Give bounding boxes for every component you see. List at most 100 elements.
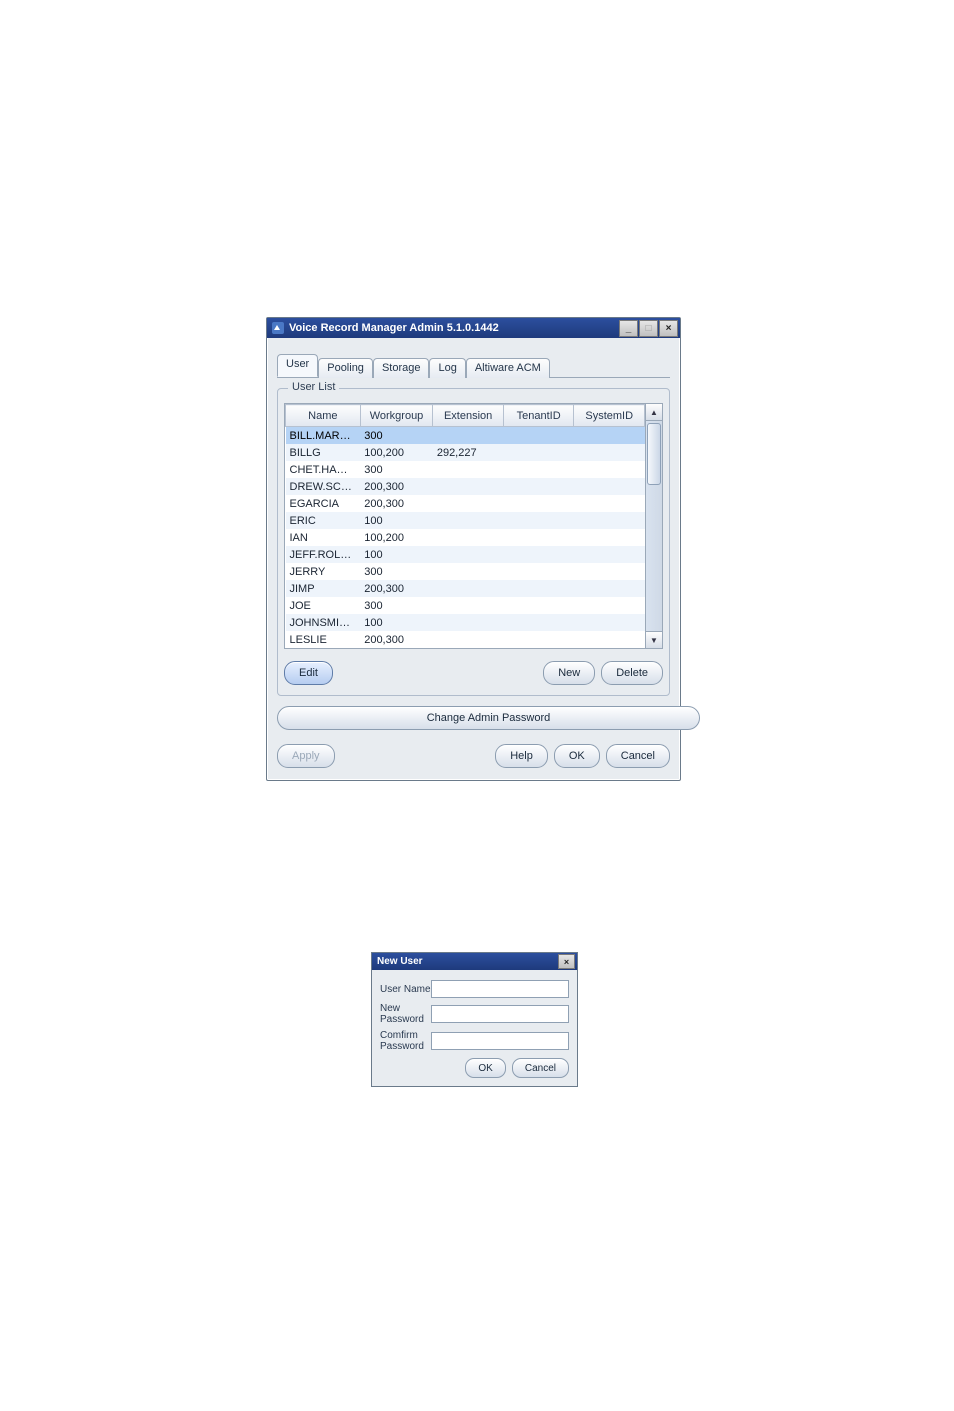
confirm-password-input[interactable] <box>431 1032 569 1050</box>
dialog-cancel-button[interactable]: Cancel <box>512 1058 569 1078</box>
table-row[interactable]: IAN100,200 <box>286 529 645 546</box>
table-row[interactable]: EGARCIA200,300 <box>286 495 645 512</box>
cell-workgroup: 300 <box>360 461 433 478</box>
cell-system <box>574 512 645 529</box>
cell-extension <box>433 512 504 529</box>
admin-window: Voice Record Manager Admin 5.1.0.1442 _ … <box>266 317 681 781</box>
cell-name: JOE <box>286 597 361 614</box>
cell-name: JERRY <box>286 563 361 580</box>
cell-tenant <box>503 461 574 478</box>
cell-system <box>574 495 645 512</box>
dialog-ok-button[interactable]: OK <box>465 1058 505 1078</box>
cell-name: IAN <box>286 529 361 546</box>
cell-extension <box>433 529 504 546</box>
cell-system <box>574 444 645 461</box>
window-controls: _ □ × <box>619 320 678 337</box>
cell-system <box>574 597 645 614</box>
scroll-down-icon[interactable]: ▼ <box>645 631 663 649</box>
user-table-container: Name Workgroup Extension TenantID System… <box>284 403 663 649</box>
cell-system <box>574 529 645 546</box>
cell-name: ERIC <box>286 512 361 529</box>
username-label: User Name <box>380 984 431 995</box>
cell-workgroup: 200,300 <box>360 580 433 597</box>
table-header-row: Name Workgroup Extension TenantID System… <box>286 405 645 427</box>
dialog-close-button[interactable]: × <box>558 954 575 969</box>
new-button[interactable]: New <box>543 661 595 685</box>
cell-tenant <box>503 631 574 648</box>
user-table-scrollbar[interactable]: ▲ ▼ <box>645 404 662 648</box>
cell-system <box>574 580 645 597</box>
table-row[interactable]: JIMP200,300 <box>286 580 645 597</box>
table-row[interactable]: CHET.HA…300 <box>286 461 645 478</box>
cell-tenant <box>503 614 574 631</box>
tab-altiware-acm[interactable]: Altiware ACM <box>466 358 550 378</box>
table-row[interactable]: JOE300 <box>286 597 645 614</box>
tab-log[interactable]: Log <box>429 358 465 378</box>
client-area: User Pooling Storage Log Altiware ACM Us… <box>267 338 680 780</box>
table-row[interactable]: BILLG100,200292,227 <box>286 444 645 461</box>
cell-tenant <box>503 427 574 445</box>
apply-button: Apply <box>277 744 335 768</box>
cell-extension <box>433 580 504 597</box>
titlebar[interactable]: Voice Record Manager Admin 5.1.0.1442 _ … <box>267 318 680 338</box>
col-systemid[interactable]: SystemID <box>574 405 645 427</box>
ok-button[interactable]: OK <box>554 744 600 768</box>
user-list-legend: User List <box>288 381 339 393</box>
scroll-thumb[interactable] <box>647 423 661 485</box>
cell-extension <box>433 631 504 648</box>
username-input[interactable] <box>431 980 569 998</box>
table-row[interactable]: JOHNSMI…100 <box>286 614 645 631</box>
cell-system <box>574 631 645 648</box>
cell-extension <box>433 427 504 445</box>
cell-workgroup: 200,300 <box>360 478 433 495</box>
tab-pooling[interactable]: Pooling <box>318 358 373 378</box>
cell-extension: 292,227 <box>433 444 504 461</box>
delete-button[interactable]: Delete <box>601 661 663 685</box>
edit-button[interactable]: Edit <box>284 661 333 685</box>
table-row[interactable]: ERIC100 <box>286 512 645 529</box>
minimize-button[interactable]: _ <box>619 320 638 337</box>
cell-extension <box>433 546 504 563</box>
cell-extension <box>433 614 504 631</box>
maximize-button: □ <box>639 320 658 337</box>
tabstrip: User Pooling Storage Log Altiware ACM <box>277 356 670 378</box>
col-extension[interactable]: Extension <box>433 405 504 427</box>
cell-workgroup: 300 <box>360 597 433 614</box>
cell-system <box>574 614 645 631</box>
cell-workgroup: 100,200 <box>360 529 433 546</box>
help-button[interactable]: Help <box>495 744 548 768</box>
cell-name: BILLG <box>286 444 361 461</box>
table-row[interactable]: BILL.MAR…300 <box>286 427 645 445</box>
dialog-titlebar[interactable]: New User × <box>372 953 577 970</box>
tab-storage[interactable]: Storage <box>373 358 430 378</box>
cell-workgroup: 100 <box>360 512 433 529</box>
cancel-button[interactable]: Cancel <box>606 744 670 768</box>
tab-user[interactable]: User <box>277 354 318 377</box>
scroll-up-icon[interactable]: ▲ <box>645 403 663 421</box>
cell-extension <box>433 478 504 495</box>
cell-workgroup: 300 <box>360 427 433 445</box>
confirm-password-label: Comfirm Password <box>380 1030 431 1052</box>
cell-workgroup: 200,300 <box>360 631 433 648</box>
col-tenantid[interactable]: TenantID <box>503 405 574 427</box>
change-admin-password-button[interactable]: Change Admin Password <box>277 706 700 730</box>
cell-name: DREW.SC… <box>286 478 361 495</box>
cell-system <box>574 546 645 563</box>
cell-extension <box>433 563 504 580</box>
table-row[interactable]: LESLIE200,300 <box>286 631 645 648</box>
cell-workgroup: 100 <box>360 546 433 563</box>
scroll-track[interactable] <box>646 421 662 631</box>
close-button[interactable]: × <box>659 320 678 337</box>
col-name[interactable]: Name <box>286 405 361 427</box>
window-title: Voice Record Manager Admin 5.1.0.1442 <box>289 322 619 334</box>
table-row[interactable]: DREW.SC…200,300 <box>286 478 645 495</box>
table-row[interactable]: JEFF.ROL…100 <box>286 546 645 563</box>
cell-system <box>574 478 645 495</box>
cell-name: JOHNSMI… <box>286 614 361 631</box>
new-password-input[interactable] <box>431 1005 569 1023</box>
col-workgroup[interactable]: Workgroup <box>360 405 433 427</box>
cell-extension <box>433 597 504 614</box>
table-row[interactable]: JERRY300 <box>286 563 645 580</box>
cell-tenant <box>503 580 574 597</box>
cell-workgroup: 100,200 <box>360 444 433 461</box>
